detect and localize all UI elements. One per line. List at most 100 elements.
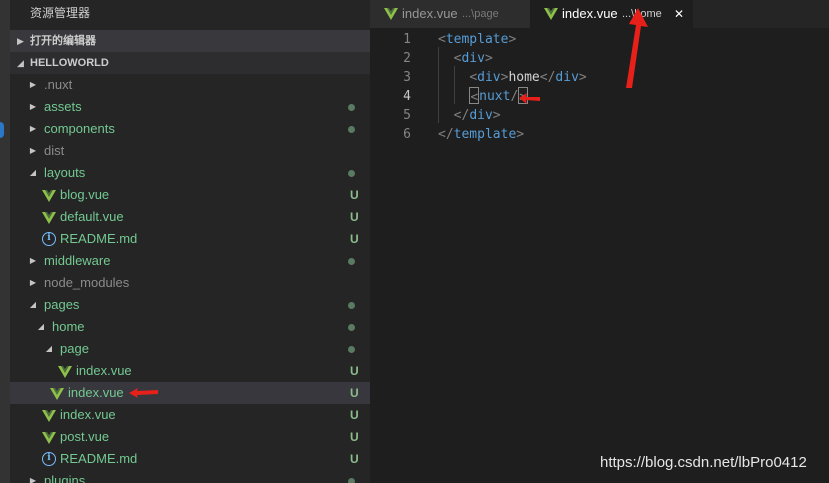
git-modified-dot — [348, 346, 355, 353]
pages-index-vue-row[interactable]: index.vue U — [10, 404, 370, 426]
chevron-right-icon[interactable]: ▶ — [28, 250, 38, 272]
readme-row-1[interactable]: i README.md U — [10, 228, 370, 250]
tree-item-label: assets — [44, 99, 82, 114]
post-vue-row[interactable]: post.vue U — [10, 426, 370, 448]
default-vue-row[interactable]: default.vue U — [10, 206, 370, 228]
git-status-badge: U — [350, 386, 359, 400]
git-status-badge: U — [350, 364, 359, 378]
code-line[interactable]: 3 <div>home</div> — [370, 68, 829, 87]
pages-row[interactable]: ◢ pages — [10, 294, 370, 316]
line-number: 6 — [403, 127, 411, 142]
tree-item-label: plugins — [44, 473, 86, 483]
code-token: > — [492, 108, 501, 123]
code-token: template — [445, 32, 509, 47]
page-row[interactable]: ◢ page — [10, 338, 370, 360]
code-token: </ — [539, 70, 556, 85]
tab-index-vue-home[interactable]: index.vue ...\home ✕ — [530, 0, 693, 28]
project-label: HELLOWORLD — [30, 57, 109, 69]
code-token: template — [453, 127, 517, 142]
chevron-down-icon[interactable]: ◢ — [28, 162, 38, 184]
code-token: < — [469, 70, 478, 85]
tree-item-label: pages — [44, 297, 80, 312]
page-index-vue-row[interactable]: index.vue U — [10, 360, 370, 382]
chevron-down-icon[interactable]: ◢ — [28, 294, 38, 316]
code-token: > — [516, 127, 525, 142]
middleware-row[interactable]: ▶ middleware — [10, 250, 370, 272]
blog-vue-row[interactable]: blog.vue U — [10, 184, 370, 206]
vue-file-icon — [42, 210, 56, 224]
code-token: > — [508, 32, 517, 47]
readme-row-2[interactable]: i README.md U — [10, 448, 370, 470]
line-number: 4 — [403, 89, 411, 104]
activity-bar — [0, 0, 10, 483]
git-modified-dot — [348, 104, 355, 111]
vue-file-icon — [544, 8, 558, 20]
code-text: </template> — [438, 125, 524, 144]
open-editors-section[interactable]: ▶ 打开的编辑器 — [10, 30, 370, 52]
chevron-right-icon[interactable]: ▶ — [28, 96, 38, 118]
tree-item-label: page — [60, 341, 89, 356]
plugins-row[interactable]: ▶ plugins — [10, 470, 370, 483]
tree-item-label: blog.vue — [60, 187, 110, 202]
chevron-right-icon[interactable]: ▶ — [28, 272, 38, 294]
code-line[interactable]: 5 </div> — [370, 106, 829, 125]
tab-description: ...\page — [462, 8, 499, 20]
git-status-badge: U — [350, 452, 359, 466]
components-row[interactable]: ▶ components — [10, 118, 370, 140]
chevron-right-icon[interactable]: ▶ — [28, 74, 38, 96]
tree-item-label: home — [52, 319, 85, 334]
vue-file-icon — [50, 386, 64, 400]
vue-file-icon — [58, 364, 72, 378]
layouts-row[interactable]: ◢ layouts — [10, 162, 370, 184]
chevron-down-icon[interactable]: ◢ — [44, 338, 54, 360]
tree-item-label: layouts — [44, 165, 86, 180]
tree-item-label: index.vue — [76, 363, 132, 378]
code-text: <div> — [438, 49, 493, 68]
nuxt-row[interactable]: ▶ .nuxt — [10, 74, 370, 96]
git-modified-dot — [348, 170, 355, 177]
bracket-match-highlight: < — [469, 87, 480, 105]
home-index-vue-row[interactable]: index.vue U — [10, 382, 370, 404]
chevron-right-icon[interactable]: ▶ — [28, 470, 38, 483]
code-editor[interactable]: 1 <template> 2 <div> 3 <div>home</div> 4 <nu… — [370, 28, 829, 483]
code-token: </ — [453, 108, 470, 123]
code-line[interactable]: 2 <div> — [370, 49, 829, 68]
tab-index-vue-page[interactable]: index.vue ...\page — [370, 0, 530, 28]
tree-item-label: README.md — [60, 451, 138, 466]
chevron-down-icon[interactable]: ◢ — [36, 316, 46, 338]
chevron-right-icon[interactable]: ▶ — [28, 140, 38, 162]
git-status-badge: U — [350, 188, 359, 202]
vue-file-icon — [42, 408, 56, 422]
vue-file-icon — [42, 430, 56, 444]
code-line[interactable]: 4 <nuxt/> — [370, 87, 829, 106]
editor-tab-bar: index.vue ...\page index.vue ...\home ✕ — [370, 0, 829, 28]
tree-item-label: post.vue — [60, 429, 110, 444]
code-token: </ — [438, 127, 454, 142]
watermark-text: https://blog.csdn.net/lbPro0412 — [600, 454, 807, 471]
code-token: div — [461, 51, 485, 66]
tree-item-label: README.md — [60, 231, 138, 246]
info-icon: i — [42, 452, 56, 466]
project-section[interactable]: ◢ HELLOWORLD — [10, 52, 370, 74]
code-token: div — [555, 70, 579, 85]
code-line[interactable]: 6 </template> — [370, 125, 829, 144]
file-tree: ▶ .nuxt ▶ assets ▶ components ▶ dist ◢ layouts blo… — [10, 74, 370, 483]
dist-row[interactable]: ▶ dist — [10, 140, 370, 162]
code-token: < — [438, 32, 446, 47]
node-modules-row[interactable]: ▶ node_modules — [10, 272, 370, 294]
close-icon[interactable]: ✕ — [674, 0, 684, 28]
assets-row[interactable]: ▶ assets — [10, 96, 370, 118]
tab-name: index.vue — [562, 6, 618, 21]
code-line[interactable]: 1 <template> — [370, 30, 829, 49]
explorer-title: 资源管理器 — [30, 6, 91, 20]
explorer-sidebar: 资源管理器 ▶ 打开的编辑器 ◢ HELLOWORLD ▶ .nuxt ▶ asset… — [10, 0, 370, 483]
vue-file-icon — [42, 188, 56, 202]
chevron-right-icon[interactable]: ▶ — [28, 118, 38, 140]
code-token: div — [469, 108, 493, 123]
code-token: div — [477, 70, 501, 85]
tree-item-label: node_modules — [44, 275, 130, 290]
line-number: 5 — [403, 108, 411, 123]
vue-file-icon — [384, 8, 398, 20]
home-row[interactable]: ◢ home — [10, 316, 370, 338]
